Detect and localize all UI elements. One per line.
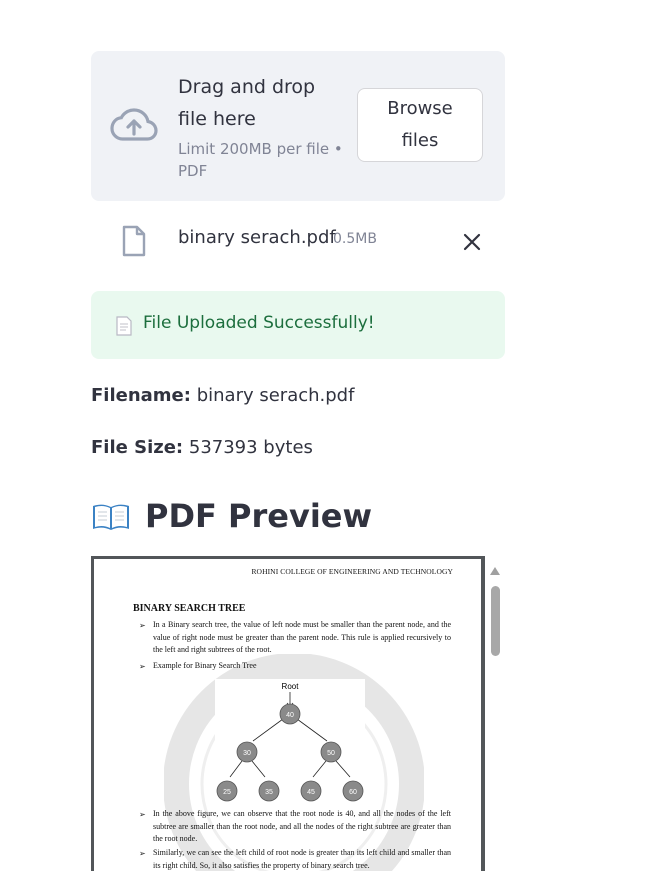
tree-node: 50 <box>327 750 335 757</box>
open-book-icon <box>93 504 129 530</box>
bullet-arrow-icon: ➢ <box>139 810 146 819</box>
bullet-arrow-icon: ➢ <box>139 849 146 858</box>
success-alert: File Uploaded Successfully! <box>91 291 505 359</box>
bst-diagram: Root 40 30 50 25 35 45 60 <box>215 679 365 804</box>
tree-node: 40 <box>286 712 294 719</box>
filesize-value: 537393 bytes <box>188 437 313 458</box>
tree-node: 45 <box>307 789 315 796</box>
pdf-viewer[interactable]: ROHINI COLLEGE OF ENGINEERING AND TECHNO… <box>91 556 485 871</box>
dropzone-instructions: Drag and drop file here <box>178 76 316 130</box>
bullet-arrow-icon: ➢ <box>139 662 146 671</box>
uploaded-file-size: 0.5MB <box>333 231 377 247</box>
file-dropzone[interactable]: Drag and drop file here Limit 200MB per … <box>91 51 505 201</box>
pdf-page: ROHINI COLLEGE OF ENGINEERING AND TECHNO… <box>94 559 481 871</box>
uploaded-file-row: binary serach.pdf 0.5MB <box>91 222 505 262</box>
pdf-header: ROHINI COLLEGE OF ENGINEERING AND TECHNO… <box>251 567 453 576</box>
pdf-title: BINARY SEARCH TREE <box>133 603 246 614</box>
file-icon <box>122 225 146 257</box>
pdf-bullet-4: Similarly, we can see the left child of … <box>153 848 451 870</box>
filename-line: Filename: binary serach.pdf <box>91 385 354 406</box>
filesize-line: File Size: 537393 bytes <box>91 437 313 458</box>
tree-node: 30 <box>243 750 251 757</box>
preview-heading: PDF Preview <box>91 494 372 538</box>
filesize-label: File Size: <box>91 437 184 458</box>
browse-files-button[interactable]: Browse files <box>357 88 483 162</box>
tree-node: 35 <box>265 789 273 796</box>
tree-root-label: Root <box>282 682 300 691</box>
pdf-bullet-1: In a Binary search tree, the value of le… <box>153 620 451 654</box>
remove-file-icon[interactable] <box>461 231 483 253</box>
pdf-bullet-3: In the above figure, we can observe that… <box>153 809 451 843</box>
success-message: File Uploaded Successfully! <box>143 313 375 333</box>
filename-label: Filename: <box>91 385 191 406</box>
pdf-scrollbar-thumb[interactable] <box>491 586 500 656</box>
scroll-up-arrow-icon[interactable] <box>489 566 501 576</box>
filename-value: binary serach.pdf <box>196 385 355 406</box>
bullet-arrow-icon: ➢ <box>139 621 146 630</box>
uploaded-file-name: binary serach.pdf <box>178 227 336 248</box>
dropzone-limit-text: Limit 200MB per file • PDF <box>178 140 343 180</box>
pdf-bullet-2: Example for Binary Search Tree <box>153 661 257 670</box>
cloud-upload-icon <box>110 108 158 141</box>
document-icon <box>116 316 132 336</box>
tree-node: 60 <box>349 789 357 796</box>
preview-title: PDF Preview <box>145 497 373 535</box>
tree-node: 25 <box>223 789 231 796</box>
